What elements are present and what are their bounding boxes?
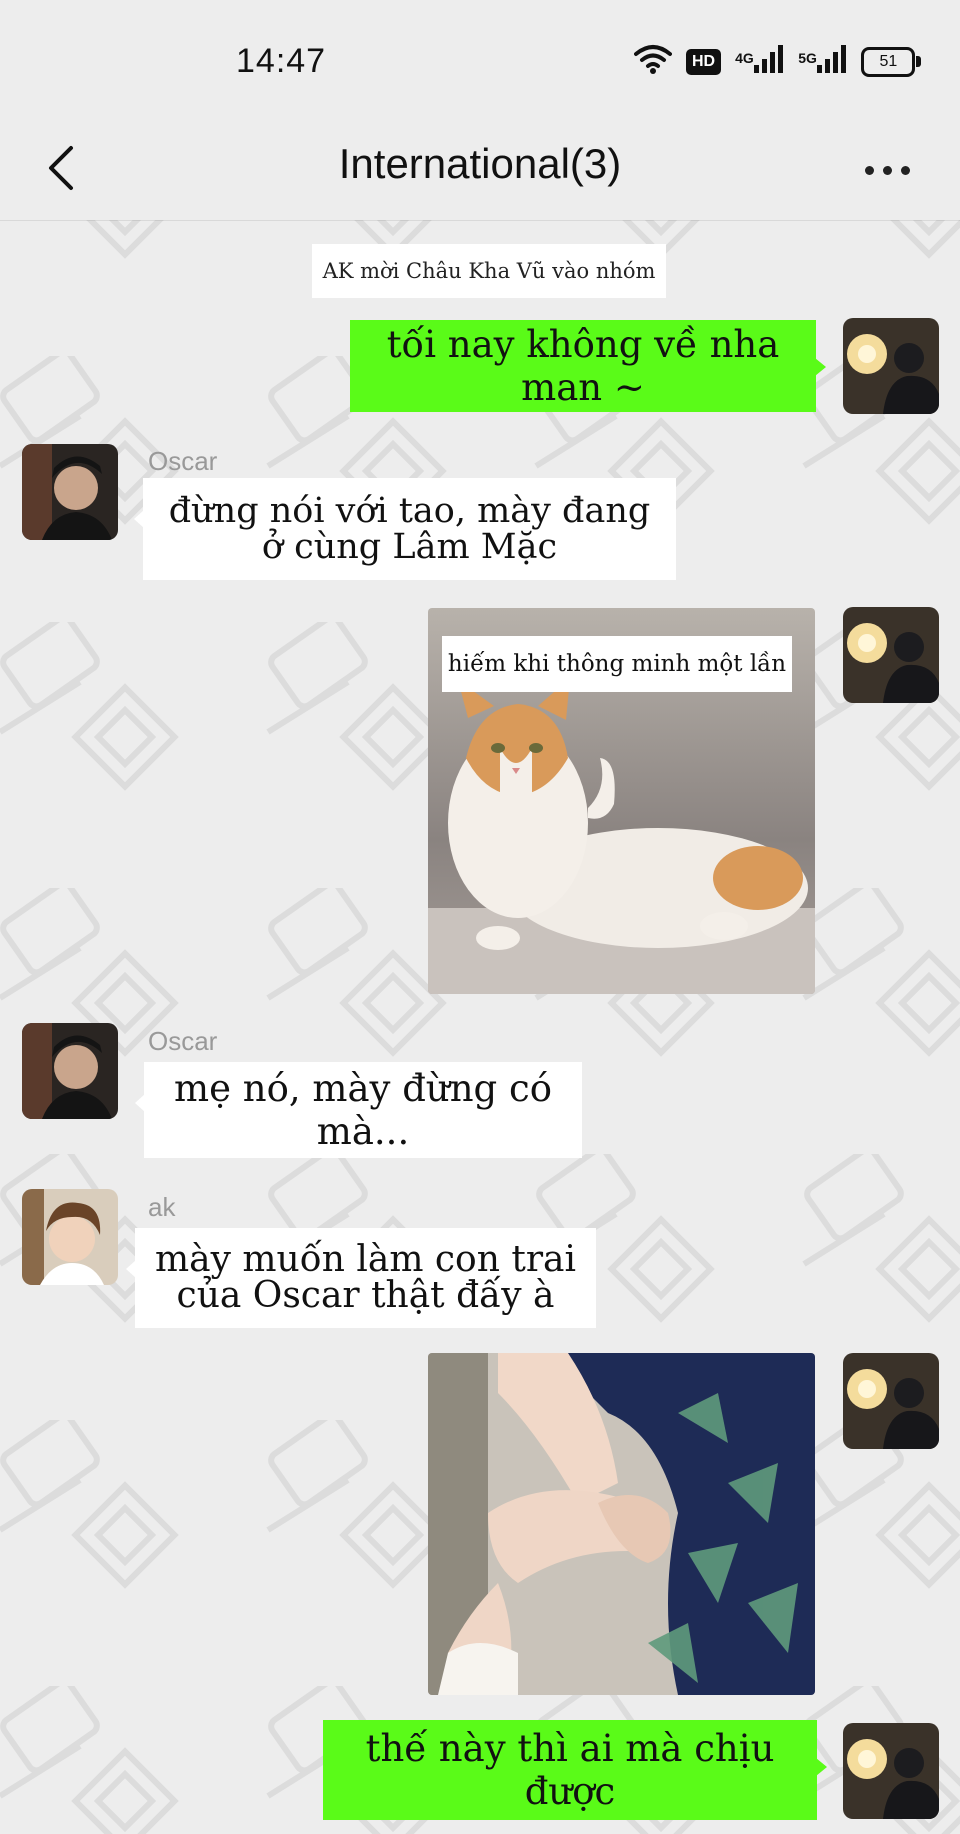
sent-message-bubble[interactable]: thế này thì ai mà chịu được — [323, 1720, 827, 1820]
received-message-bubble[interactable]: đừng nói với tao, mày đang ở cùng Lâm Mặ… — [134, 478, 676, 580]
received-message-bubble[interactable]: mẹ nó, mày đừng có mà... — [135, 1062, 582, 1158]
status-time: 14:47 — [236, 42, 327, 80]
photo-message[interactable] — [428, 1353, 815, 1695]
hd-voice-icon: HD — [686, 48, 722, 75]
system-notice: AK mời Châu Kha Vũ vào nhóm — [312, 244, 666, 298]
oscar-avatar[interactable] — [22, 1023, 118, 1119]
status-icons: HD 4G 5G 51 — [634, 44, 922, 79]
more-options-button[interactable] — [852, 150, 922, 190]
wifi-icon — [634, 44, 672, 79]
self-avatar[interactable] — [843, 607, 939, 703]
ak-avatar[interactable] — [22, 1189, 118, 1285]
self-avatar[interactable] — [843, 1353, 939, 1449]
more-dot-icon — [864, 165, 874, 175]
sent-message-bubble[interactable]: tối nay không về nha man ~ — [350, 320, 826, 412]
battery-icon: 51 — [861, 46, 922, 77]
received-message-bubble[interactable]: mày muốn làm con trai của Oscar thật đấy… — [126, 1228, 596, 1328]
sticker-caption: hiếm khi thông minh một lần — [442, 636, 792, 692]
more-dot-icon — [882, 165, 892, 175]
photo-illustration — [428, 1353, 815, 1695]
sender-name: ak — [148, 1192, 176, 1222]
self-avatar[interactable] — [843, 318, 939, 414]
more-dot-icon — [900, 165, 910, 175]
sender-name: Oscar — [148, 1026, 218, 1056]
sender-name: Oscar — [148, 446, 218, 476]
status-bar: 14:47 HD 4G 5G 51 — [0, 0, 960, 120]
signal-4g-icon: 4G — [735, 45, 784, 78]
network-4g-label: 4G — [735, 50, 754, 66]
sticker-image[interactable]: hiếm khi thông minh một lần — [428, 608, 815, 994]
chat-header: International(3) — [0, 120, 960, 221]
signal-5g-icon: 5G — [798, 45, 847, 78]
oscar-avatar[interactable] — [22, 444, 118, 540]
self-avatar[interactable] — [843, 1723, 939, 1819]
chat-title: International(3) — [338, 140, 622, 187]
network-5g-label: 5G — [798, 50, 817, 66]
